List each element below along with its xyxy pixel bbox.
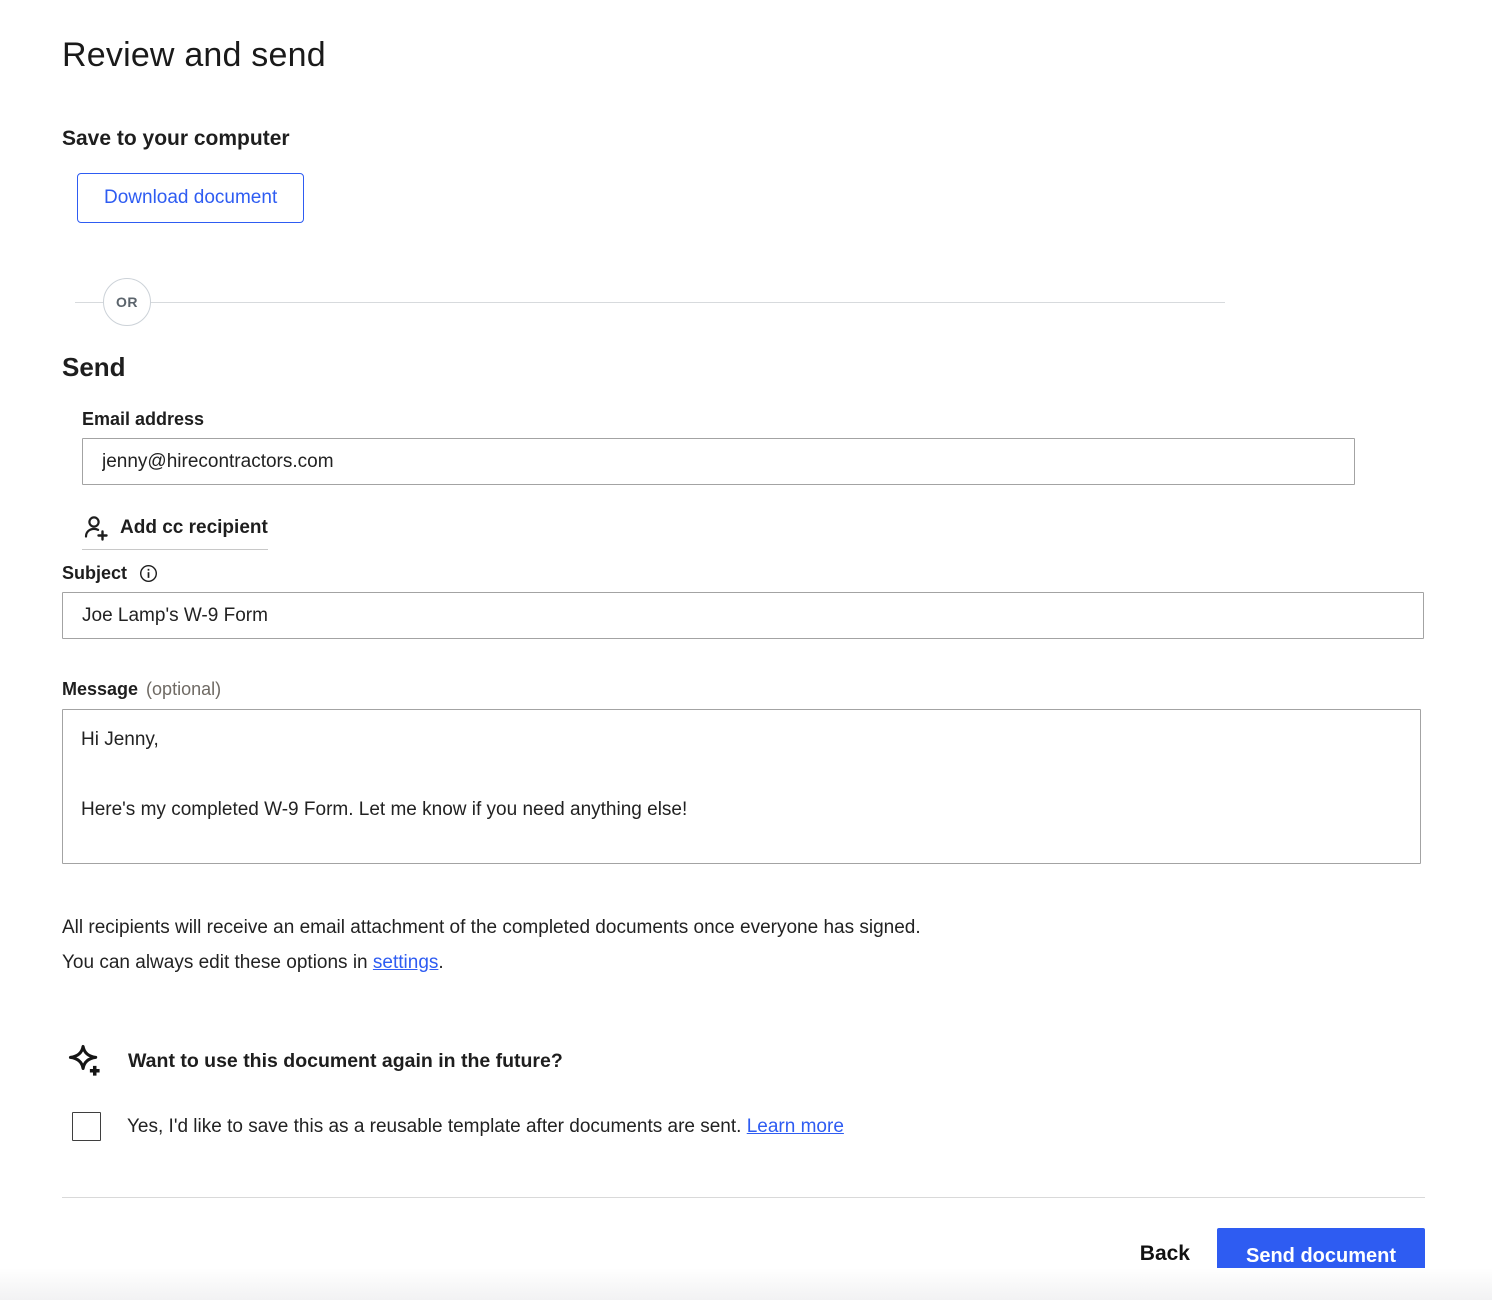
email-address-label: Email address — [82, 409, 1425, 430]
recipients-note: All recipients will receive an email att… — [62, 910, 942, 980]
note-text-before: All recipients will receive an email att… — [62, 917, 921, 973]
email-address-input[interactable] — [82, 438, 1355, 485]
subject-input[interactable] — [62, 592, 1424, 639]
save-section: Save to your computer Download document — [62, 127, 1425, 223]
sparkle-plus-icon — [68, 1044, 103, 1079]
template-question-text: Want to use this document again in the f… — [128, 1050, 563, 1073]
info-icon[interactable] — [139, 564, 158, 583]
message-label-row: Message (optional) — [62, 679, 1425, 700]
email-field-group: Email address Add cc recipient Subject — [82, 409, 1425, 980]
subject-label: Subject — [62, 563, 127, 584]
note-text-after: . — [438, 952, 443, 973]
divider-line — [75, 302, 1225, 303]
learn-more-link[interactable]: Learn more — [747, 1116, 844, 1137]
template-section: Want to use this document again in the f… — [62, 1044, 1425, 1141]
page-title: Review and send — [62, 36, 1425, 75]
or-divider: OR — [62, 278, 1225, 326]
download-document-button[interactable]: Download document — [77, 173, 304, 223]
save-template-row: Yes, I'd like to save this as a reusable… — [72, 1112, 1425, 1141]
template-question-row: Want to use this document again in the f… — [68, 1044, 1425, 1079]
save-template-label: Yes, I'd like to save this as a reusable… — [127, 1116, 844, 1138]
message-textarea[interactable]: Hi Jenny, Here's my completed W-9 Form. … — [62, 709, 1421, 864]
send-section: Send Email address Add cc recipient Subj… — [62, 352, 1425, 980]
subject-label-row: Subject — [62, 563, 1425, 584]
back-button[interactable]: Back — [1140, 1242, 1190, 1272]
or-badge: OR — [103, 278, 151, 326]
bottom-fade — [0, 1268, 1492, 1300]
review-and-send-page: Review and send Save to your computer Do… — [0, 0, 1492, 1300]
send-section-heading: Send — [62, 352, 1425, 383]
message-label: Message — [62, 679, 138, 699]
settings-link[interactable]: settings — [373, 952, 438, 973]
add-cc-recipient-label: Add cc recipient — [120, 517, 268, 539]
save-template-label-text: Yes, I'd like to save this as a reusable… — [127, 1116, 747, 1137]
person-plus-icon — [82, 514, 109, 541]
footer-divider — [62, 1197, 1425, 1198]
save-template-checkbox[interactable] — [72, 1112, 101, 1141]
save-section-heading: Save to your computer — [62, 127, 1425, 151]
message-optional-tag: (optional) — [146, 679, 221, 699]
add-cc-recipient-link[interactable]: Add cc recipient — [82, 514, 268, 550]
